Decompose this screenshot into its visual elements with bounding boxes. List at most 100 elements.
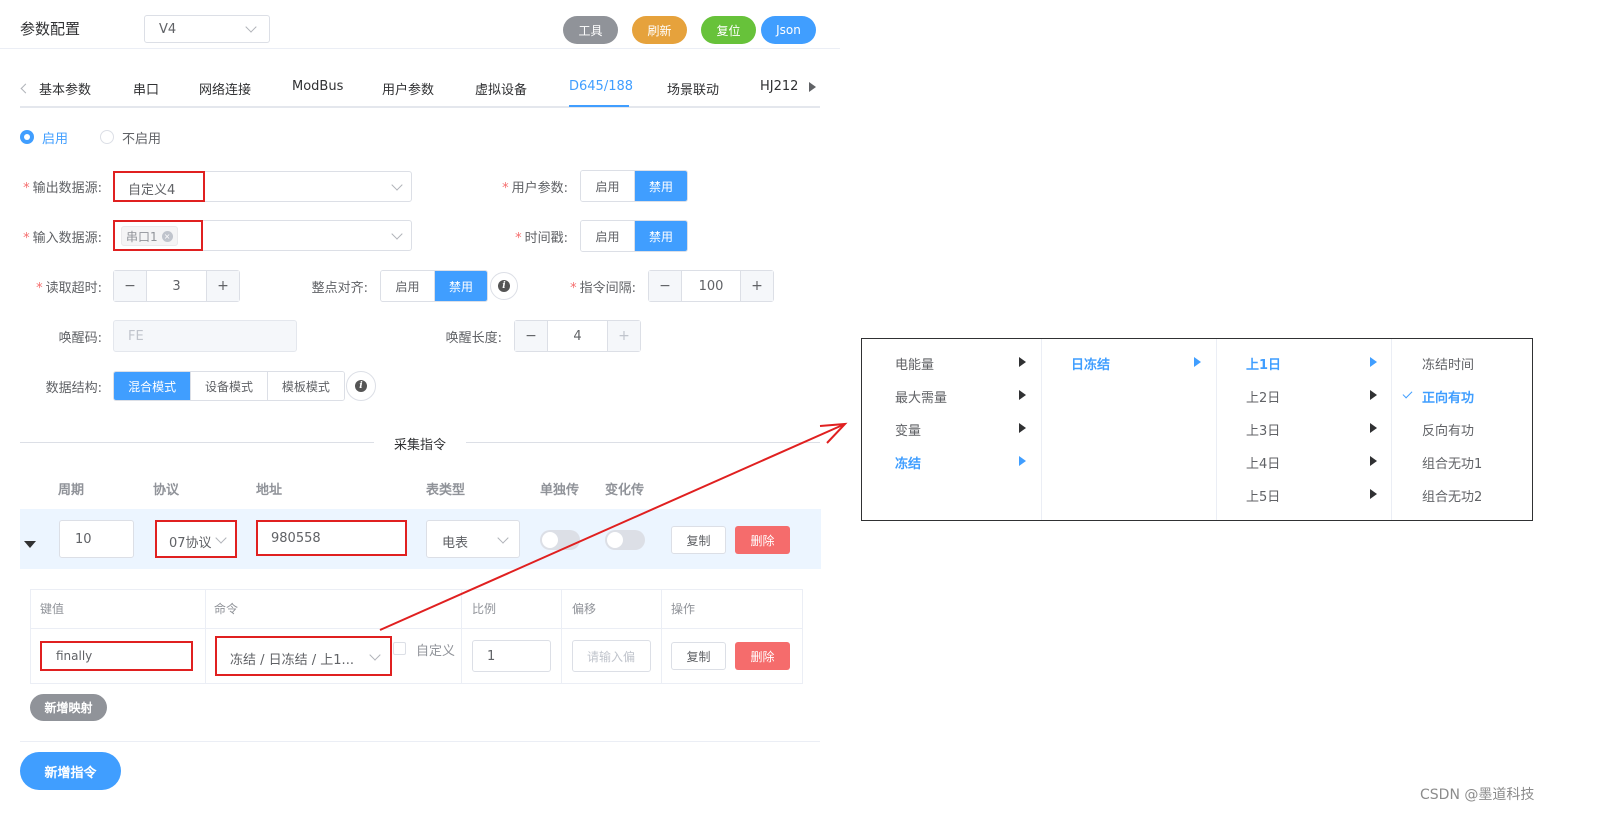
- info-icon[interactable]: i: [346, 371, 376, 401]
- col-address: 地址: [256, 483, 283, 498]
- increment-button[interactable]: +: [608, 321, 640, 351]
- cascader-item-reverse-active[interactable]: 反向有功: [1422, 420, 1474, 439]
- chevron-right-icon: [1370, 456, 1377, 466]
- align-disable[interactable]: 禁用: [433, 271, 487, 301]
- read-timeout-value[interactable]: 3: [146, 271, 207, 301]
- timestamp-disable[interactable]: 禁用: [633, 221, 687, 251]
- align-enable[interactable]: 启用: [381, 271, 434, 301]
- radio-enable-label[interactable]: 启用: [42, 128, 68, 147]
- cascader-item-day-1[interactable]: 上1日: [1246, 354, 1281, 373]
- tab-user-params[interactable]: 用户参数: [382, 79, 434, 98]
- user-param-label: * 用户参数:: [502, 181, 568, 196]
- wake-len-value[interactable]: 4: [547, 321, 608, 351]
- cascader-item-daily-freeze[interactable]: 日冻结: [1071, 354, 1110, 373]
- chevron-down-icon: [391, 179, 403, 191]
- json-button[interactable]: Json: [761, 16, 816, 44]
- chevron-right-icon: [1019, 390, 1026, 400]
- mode-template[interactable]: 模板模式: [266, 372, 344, 400]
- cmd-interval-stepper[interactable]: − 100 +: [648, 270, 774, 302]
- tab-serial[interactable]: 串口: [133, 79, 159, 98]
- tab-prev-icon[interactable]: [20, 83, 31, 94]
- tab-hj212[interactable]: HJ212: [760, 79, 798, 94]
- increment-button[interactable]: +: [741, 271, 773, 301]
- highlight-box: [155, 520, 237, 558]
- add-command-button[interactable]: 新增指令: [20, 752, 121, 790]
- tab-network[interactable]: 网络连接: [199, 79, 251, 98]
- chevron-right-icon: [1370, 357, 1377, 367]
- ratio-input[interactable]: 1: [472, 640, 551, 672]
- chevron-down-icon: [245, 21, 257, 33]
- col-protocol: 协议: [153, 483, 180, 498]
- info-icon[interactable]: i: [490, 272, 518, 300]
- col-period: 周期: [58, 483, 85, 498]
- mode-mixed[interactable]: 混合模式: [114, 372, 191, 400]
- tools-button[interactable]: 工具: [563, 16, 618, 44]
- custom-label[interactable]: 自定义: [416, 640, 455, 659]
- highlight-box: [113, 220, 203, 251]
- offset-placeholder: 请输入偏: [587, 649, 636, 664]
- period-input[interactable]: 10: [59, 520, 134, 558]
- cascader-col-3: 上1日 上2日 上3日 上4日 上5日: [1217, 339, 1392, 520]
- wake-len-stepper[interactable]: − 4 +: [514, 320, 641, 352]
- copy-mapping-button[interactable]: 复制: [671, 642, 726, 670]
- mode-device[interactable]: 设备模式: [190, 372, 267, 400]
- cascader-item-freeze[interactable]: 冻结: [895, 453, 921, 472]
- chevron-right-icon: [1019, 423, 1026, 433]
- cascader-item-day-4[interactable]: 上4日: [1246, 453, 1280, 472]
- bottom-divider: [20, 741, 820, 742]
- cascader-item-reactive-1[interactable]: 组合无功1: [1422, 453, 1482, 472]
- user-param-toggle[interactable]: 启用 禁用: [580, 170, 688, 202]
- radio-enable-icon[interactable]: [20, 130, 34, 144]
- highlight-box: [215, 636, 392, 676]
- chevron-down-icon: [391, 228, 403, 240]
- active-tab-indicator: [569, 105, 629, 107]
- refresh-button[interactable]: 刷新: [632, 16, 687, 44]
- add-mapping-button[interactable]: 新增映射: [30, 694, 107, 721]
- offset-input[interactable]: 请输入偏: [572, 640, 651, 672]
- delete-mapping-button[interactable]: 删除: [735, 642, 790, 670]
- custom-checkbox[interactable]: [393, 642, 406, 655]
- data-struct-label: 数据结构:: [45, 381, 102, 396]
- radio-disable-label[interactable]: 不启用: [122, 128, 161, 147]
- tab-d645[interactable]: D645/188: [569, 79, 633, 94]
- chevron-right-icon: [1019, 456, 1026, 466]
- cascader-item-day-3[interactable]: 上3日: [1246, 420, 1280, 439]
- tab-modbus[interactable]: ModBus: [292, 79, 343, 94]
- tab-virtual-device[interactable]: 虚拟设备: [475, 79, 527, 98]
- user-param-enable[interactable]: 启用: [581, 171, 634, 201]
- cascader-item-day-5[interactable]: 上5日: [1246, 486, 1280, 505]
- timestamp-toggle[interactable]: 启用 禁用: [580, 220, 688, 252]
- decrement-button[interactable]: −: [114, 271, 146, 301]
- tab-next-icon[interactable]: [809, 82, 816, 92]
- cascader-item-day-2[interactable]: 上2日: [1246, 387, 1280, 406]
- cascader-item-variable[interactable]: 变量: [895, 420, 921, 439]
- cascader-item-max-demand[interactable]: 最大需量: [895, 387, 947, 406]
- chevron-right-icon: [1370, 489, 1377, 499]
- tab-scene-linkage[interactable]: 场景联动: [667, 79, 719, 98]
- cascader-item-reactive-2[interactable]: 组合无功2: [1422, 486, 1482, 505]
- version-select[interactable]: V4: [144, 15, 270, 43]
- annotation-arrow: [379, 422, 848, 631]
- reset-button[interactable]: 复位: [701, 16, 756, 44]
- radio-disable-icon[interactable]: [100, 130, 114, 144]
- cmd-interval-value[interactable]: 100: [681, 271, 741, 301]
- data-struct-toggle[interactable]: 混合模式 设备模式 模板模式: [113, 371, 345, 401]
- align-label: 整点对齐:: [311, 281, 368, 296]
- timestamp-enable[interactable]: 启用: [581, 221, 634, 251]
- user-param-disable[interactable]: 禁用: [633, 171, 687, 201]
- cascader-item-freeze-time[interactable]: 冻结时间: [1422, 354, 1474, 373]
- decrement-button[interactable]: −: [649, 271, 681, 301]
- expand-caret-icon[interactable]: [24, 541, 36, 548]
- increment-button[interactable]: +: [207, 271, 239, 301]
- decrement-button[interactable]: −: [515, 321, 547, 351]
- read-timeout-stepper[interactable]: − 3 +: [113, 270, 240, 302]
- chevron-right-icon: [1194, 357, 1201, 367]
- chevron-right-icon: [1019, 357, 1026, 367]
- cascader-item-energy[interactable]: 电能量: [895, 354, 934, 373]
- header-divider: [0, 48, 840, 49]
- align-toggle[interactable]: 启用 禁用: [380, 270, 488, 302]
- page-title: 参数配置: [20, 20, 81, 38]
- wake-code-label: 唤醒码:: [58, 331, 102, 346]
- cascader-item-forward-active[interactable]: 正向有功: [1422, 387, 1474, 406]
- tab-basic[interactable]: 基本参数: [39, 79, 91, 98]
